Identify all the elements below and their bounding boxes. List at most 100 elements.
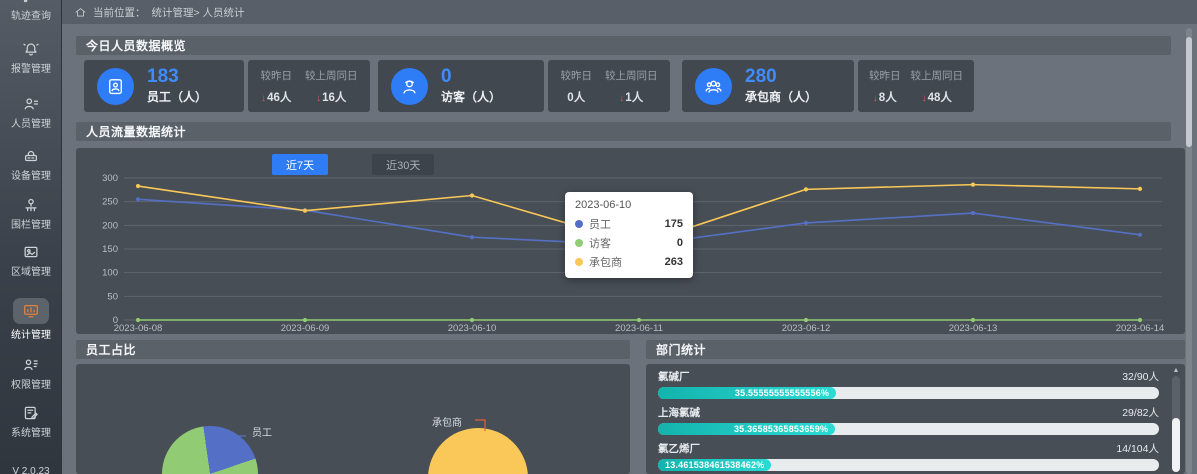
stat-label: 较上周同日 (305, 68, 358, 83)
trend-down-icon: ↓ (261, 93, 266, 104)
page-scrollbar[interactable] (1186, 28, 1192, 474)
chart-tooltip: 2023-06-10 员工 175 访客 0 承包商 263 (565, 192, 693, 278)
dept-count: 14/104人 (1116, 441, 1159, 456)
data-point (303, 318, 307, 322)
sidebar-item-system[interactable]: 系统管理 (0, 404, 62, 440)
sidebar-item-label: 轨迹查询 (11, 8, 51, 22)
data-point (804, 187, 808, 191)
sidebar-item-area[interactable]: 区域管理 (0, 243, 62, 279)
pie-label-left: 员工 (252, 424, 272, 439)
permission-icon (22, 356, 40, 374)
data-point (804, 318, 808, 322)
sidebar-item-track-query[interactable]: 轨迹查询 (0, 0, 62, 23)
employee-label: 员工（人） (147, 88, 207, 105)
employee-badge-icon (97, 68, 134, 105)
personnel-icon (22, 95, 40, 113)
x-axis-tick: 2023-06-08 (114, 323, 163, 332)
pie-label-line-left (216, 428, 250, 456)
dept-row: 氯碱厂32/90人35.55555555555556% (658, 369, 1159, 399)
trend-down-icon: ↓ (873, 93, 878, 104)
y-axis-tick: 200 (102, 220, 118, 231)
dept-list: 氯碱厂32/90人35.55555555555556% 上海氯碱29/82人35.… (658, 369, 1159, 474)
device-icon (22, 147, 40, 165)
dept-progress-label: 13.461538461538462% (665, 460, 764, 470)
sidebar-item-label: 人员管理 (11, 116, 51, 130)
dept-name: 氯乙烯厂 (658, 441, 700, 456)
data-point (971, 183, 975, 187)
data-point (1138, 187, 1142, 191)
data-point (303, 209, 307, 213)
contractor-card: 280 承包商（人） (682, 60, 854, 112)
sidebar-item-label: 围栏管理 (11, 217, 51, 231)
dept-progress-fill: 35.55555555555556% (658, 387, 836, 399)
data-point (470, 193, 474, 197)
main-content: 今日人员数据概览 183 员工（人） 较昨日 ↓46人 较上周同日 (62, 24, 1197, 474)
dept-scrollbar: ▲ (1171, 366, 1181, 472)
employee-count: 183 (147, 67, 207, 87)
employee-card: 183 员工（人） (84, 60, 244, 112)
pie-label-right: 承包商 (432, 414, 462, 429)
stat-label: 较昨日 (561, 68, 593, 83)
tooltip-row: 员工 175 (575, 216, 683, 232)
data-point (804, 221, 808, 225)
y-axis-tick: 50 (107, 291, 118, 302)
data-point (136, 197, 140, 201)
system-icon (22, 404, 40, 422)
y-axis-tick: 100 (102, 268, 118, 279)
dept-progress-label: 35.55555555555556% (735, 388, 829, 398)
dept-scrollbar-thumb[interactable] (1172, 418, 1180, 472)
data-point (971, 211, 975, 215)
sidebar-item-label: 权限管理 (11, 377, 51, 391)
trend-down-icon: ↓ (922, 93, 927, 104)
dashboard-app: 轨迹查询 报警管理 人员管理 设备管理 围栏管理 (0, 0, 1197, 474)
trend-down-icon: ↓ (619, 93, 624, 104)
tooltip-date: 2023-06-10 (575, 199, 683, 211)
dept-row: 上海氯碱29/82人35.36585365853659% (658, 405, 1159, 435)
y-axis-tick: 300 (102, 173, 118, 184)
flow-section-title: 人员流量数据统计 (76, 122, 1171, 141)
sidebar-item-statistics[interactable]: 统计管理 (0, 298, 62, 342)
x-axis-tick: 2023-06-14 (1116, 323, 1165, 332)
stat-value: ↓48人 (922, 89, 952, 105)
employee-card-group: 183 员工（人） 较昨日 ↓46人 较上周同日 ↓16人 (84, 60, 370, 112)
data-point (1138, 318, 1142, 322)
breadcrumb-bar: 当前位置： 统计管理> 人员统计 (62, 0, 1197, 24)
scroll-up-icon[interactable]: ▲ (1171, 366, 1181, 376)
dept-progress-track: 35.36585365853659% (658, 423, 1159, 435)
stat-value: ↓0人 (567, 89, 585, 105)
sidebar: 轨迹查询 报警管理 人员管理 设备管理 围栏管理 (0, 0, 62, 474)
page-scrollbar-thumb[interactable] (1186, 37, 1192, 147)
dept-progress-fill: 35.36585365853659% (658, 423, 835, 435)
flow-chart-panel: 近7天 近30天 0501001502002503002023-06-08202… (76, 148, 1185, 334)
sidebar-item-permission[interactable]: 权限管理 (0, 356, 62, 392)
sidebar-item-label: 报警管理 (11, 61, 51, 75)
sidebar-item-label: 统计管理 (11, 327, 51, 341)
x-axis-tick: 2023-06-09 (281, 323, 330, 332)
visitor-label: 访客（人） (441, 88, 501, 105)
data-point (1138, 233, 1142, 237)
stat-value: ↓8人 (873, 89, 897, 105)
dept-section-title: 部门统计 (646, 340, 1185, 359)
dept-progress-fill: 13.461538461538462% (658, 459, 771, 471)
dept-progress-label: 35.36585365853659% (734, 424, 828, 434)
contractor-label: 承包商（人） (745, 88, 817, 105)
visitor-card: 0 访客（人） (378, 60, 544, 112)
data-point (136, 184, 140, 188)
y-axis-tick: 150 (102, 244, 118, 255)
pie-label-line-right (474, 416, 492, 434)
sidebar-item-alarm[interactable]: 报警管理 (0, 40, 62, 76)
stat-label: 较上周同日 (605, 68, 658, 83)
stat-label: 较昨日 (869, 68, 901, 83)
visitor-card-group: 0 访客（人） 较昨日 ↓0人 较上周同日 ↓1人 (378, 60, 670, 112)
visitor-count: 0 (441, 67, 501, 87)
sidebar-item-personnel[interactable]: 人员管理 (0, 95, 62, 131)
area-icon (22, 243, 40, 261)
pie-section-title: 员工占比 (76, 340, 630, 359)
sidebar-item-label: 设备管理 (11, 168, 51, 182)
stat-value: ↓46人 (261, 89, 291, 105)
series-dot-contractor (575, 258, 583, 266)
sidebar-item-fence[interactable]: 围栏管理 (0, 196, 62, 232)
dept-progress-track: 13.461538461538462% (658, 459, 1159, 471)
sidebar-item-device[interactable]: 设备管理 (0, 147, 62, 183)
series-dot-visitor (575, 239, 583, 247)
